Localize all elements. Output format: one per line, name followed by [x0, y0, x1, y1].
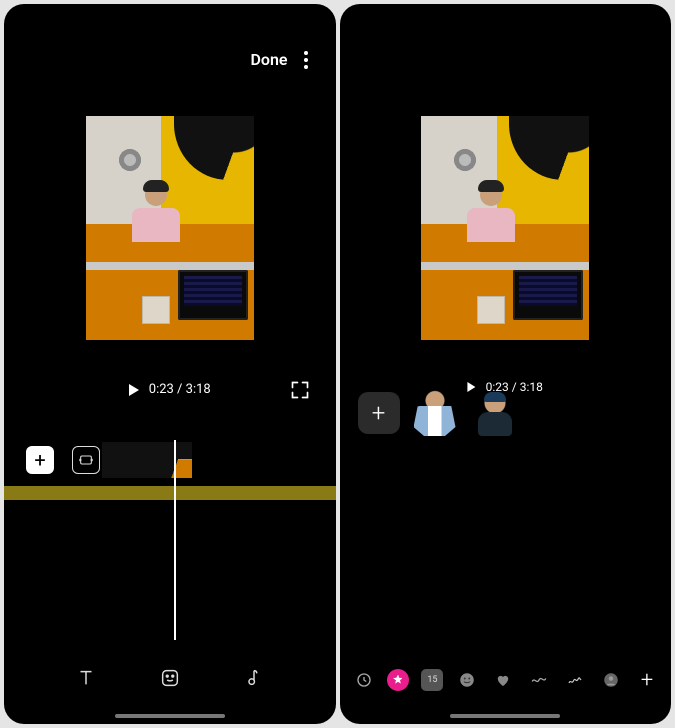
cutout-sticker-1[interactable]: [410, 388, 460, 438]
text-tool-icon[interactable]: [72, 664, 100, 692]
add-category-icon[interactable]: +: [635, 668, 659, 692]
playhead[interactable]: [174, 440, 176, 640]
heart-category-icon[interactable]: [491, 668, 515, 692]
time-display: 0:23 / 3:18: [149, 382, 211, 397]
editor-panel-left: Done 0:23 / 3:18 +: [4, 4, 336, 724]
recent-icon[interactable]: [352, 668, 376, 692]
video-preview[interactable]: [421, 116, 589, 340]
scribble-category-icon[interactable]: [527, 668, 551, 692]
editor-bottom-toolbar: [4, 664, 336, 692]
emoji-category-icon[interactable]: [455, 668, 479, 692]
cutout-sticker-2[interactable]: [470, 388, 520, 438]
music-tool-icon[interactable]: [240, 664, 268, 692]
add-sticker-button[interactable]: +: [358, 392, 400, 434]
done-button[interactable]: Done: [250, 50, 287, 69]
timeline[interactable]: +: [4, 442, 336, 506]
clip-strip[interactable]: [102, 442, 336, 478]
home-indicator: [450, 714, 560, 718]
sticker-tool-icon[interactable]: [156, 664, 184, 692]
editor-topbar: Done: [4, 50, 336, 69]
cutout-sticker-row: +: [358, 388, 520, 438]
trim-button[interactable]: [72, 446, 100, 474]
date-sticker-label: 15: [427, 676, 437, 685]
home-indicator: [115, 714, 225, 718]
sticker-panel-right: 0:23 / 3:18 + 15 +: [340, 4, 672, 724]
fullscreen-icon[interactable]: [290, 380, 310, 400]
sticker-category-row: 15 +: [352, 668, 660, 692]
video-preview[interactable]: [86, 116, 254, 340]
date-sticker-icon[interactable]: 15: [421, 669, 443, 691]
add-clip-button[interactable]: +: [26, 446, 54, 474]
play-icon[interactable]: [129, 384, 139, 396]
playback-controls: 0:23 / 3:18: [4, 382, 336, 397]
more-options-icon[interactable]: [304, 51, 308, 69]
word-category-icon[interactable]: [563, 668, 587, 692]
cutout-category-icon[interactable]: [387, 669, 409, 691]
audio-track[interactable]: [4, 486, 336, 500]
avatar-category-icon[interactable]: [599, 668, 623, 692]
